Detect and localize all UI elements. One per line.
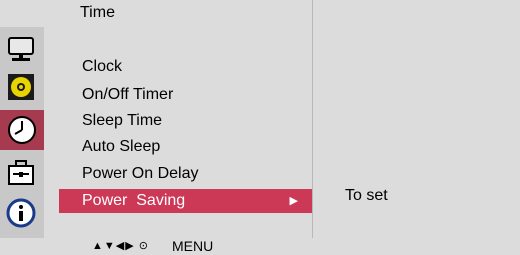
menu-item-power-saving[interactable]: Power Saving ▶ [59,189,312,213]
monitor-icon[interactable] [5,34,37,66]
menu-item-on-off-timer[interactable]: On/Off Timer [59,83,312,107]
toolbox-icon[interactable] [5,157,37,189]
value-text: To set [345,187,388,204]
menu-item-label: Clock [82,58,123,75]
menu-item-label: Power Saving [82,192,186,209]
menu-item-clock[interactable]: Clock [59,55,312,79]
clock-icon[interactable] [0,110,44,150]
time-menu: Clock On/Off Timer Sleep Time Auto Sleep… [44,27,312,238]
menu-item-label: Sleep Time [82,112,163,129]
menu-item-sleep-time[interactable]: Sleep Time [59,109,312,133]
title-bar: Time [0,0,520,27]
menu-item-power-on-delay[interactable]: Power On Delay [59,162,312,186]
menu-key-label: MENU [172,238,214,254]
chevron-right-icon: ▶ [289,195,298,207]
info-icon[interactable] [5,197,37,229]
audio-disc-icon[interactable] [5,71,37,103]
menu-item-label: Power On Delay [82,165,199,182]
sidebar [0,27,44,238]
footer-bar: ▲▼◀▶ ⊙ MENU [0,238,520,255]
menu-item-auto-sleep[interactable]: Auto Sleep [59,135,312,159]
osd-window: Time Clock On/Off Timer Sleep Time Auto … [0,0,520,255]
menu-item-label: On/Off Timer [82,86,174,103]
navigation-keys-icon: ▲▼◀▶ ⊙ [92,240,149,252]
page-title: Time [80,4,115,21]
value-panel: To set [313,27,520,238]
menu-item-label: Auto Sleep [82,138,161,155]
